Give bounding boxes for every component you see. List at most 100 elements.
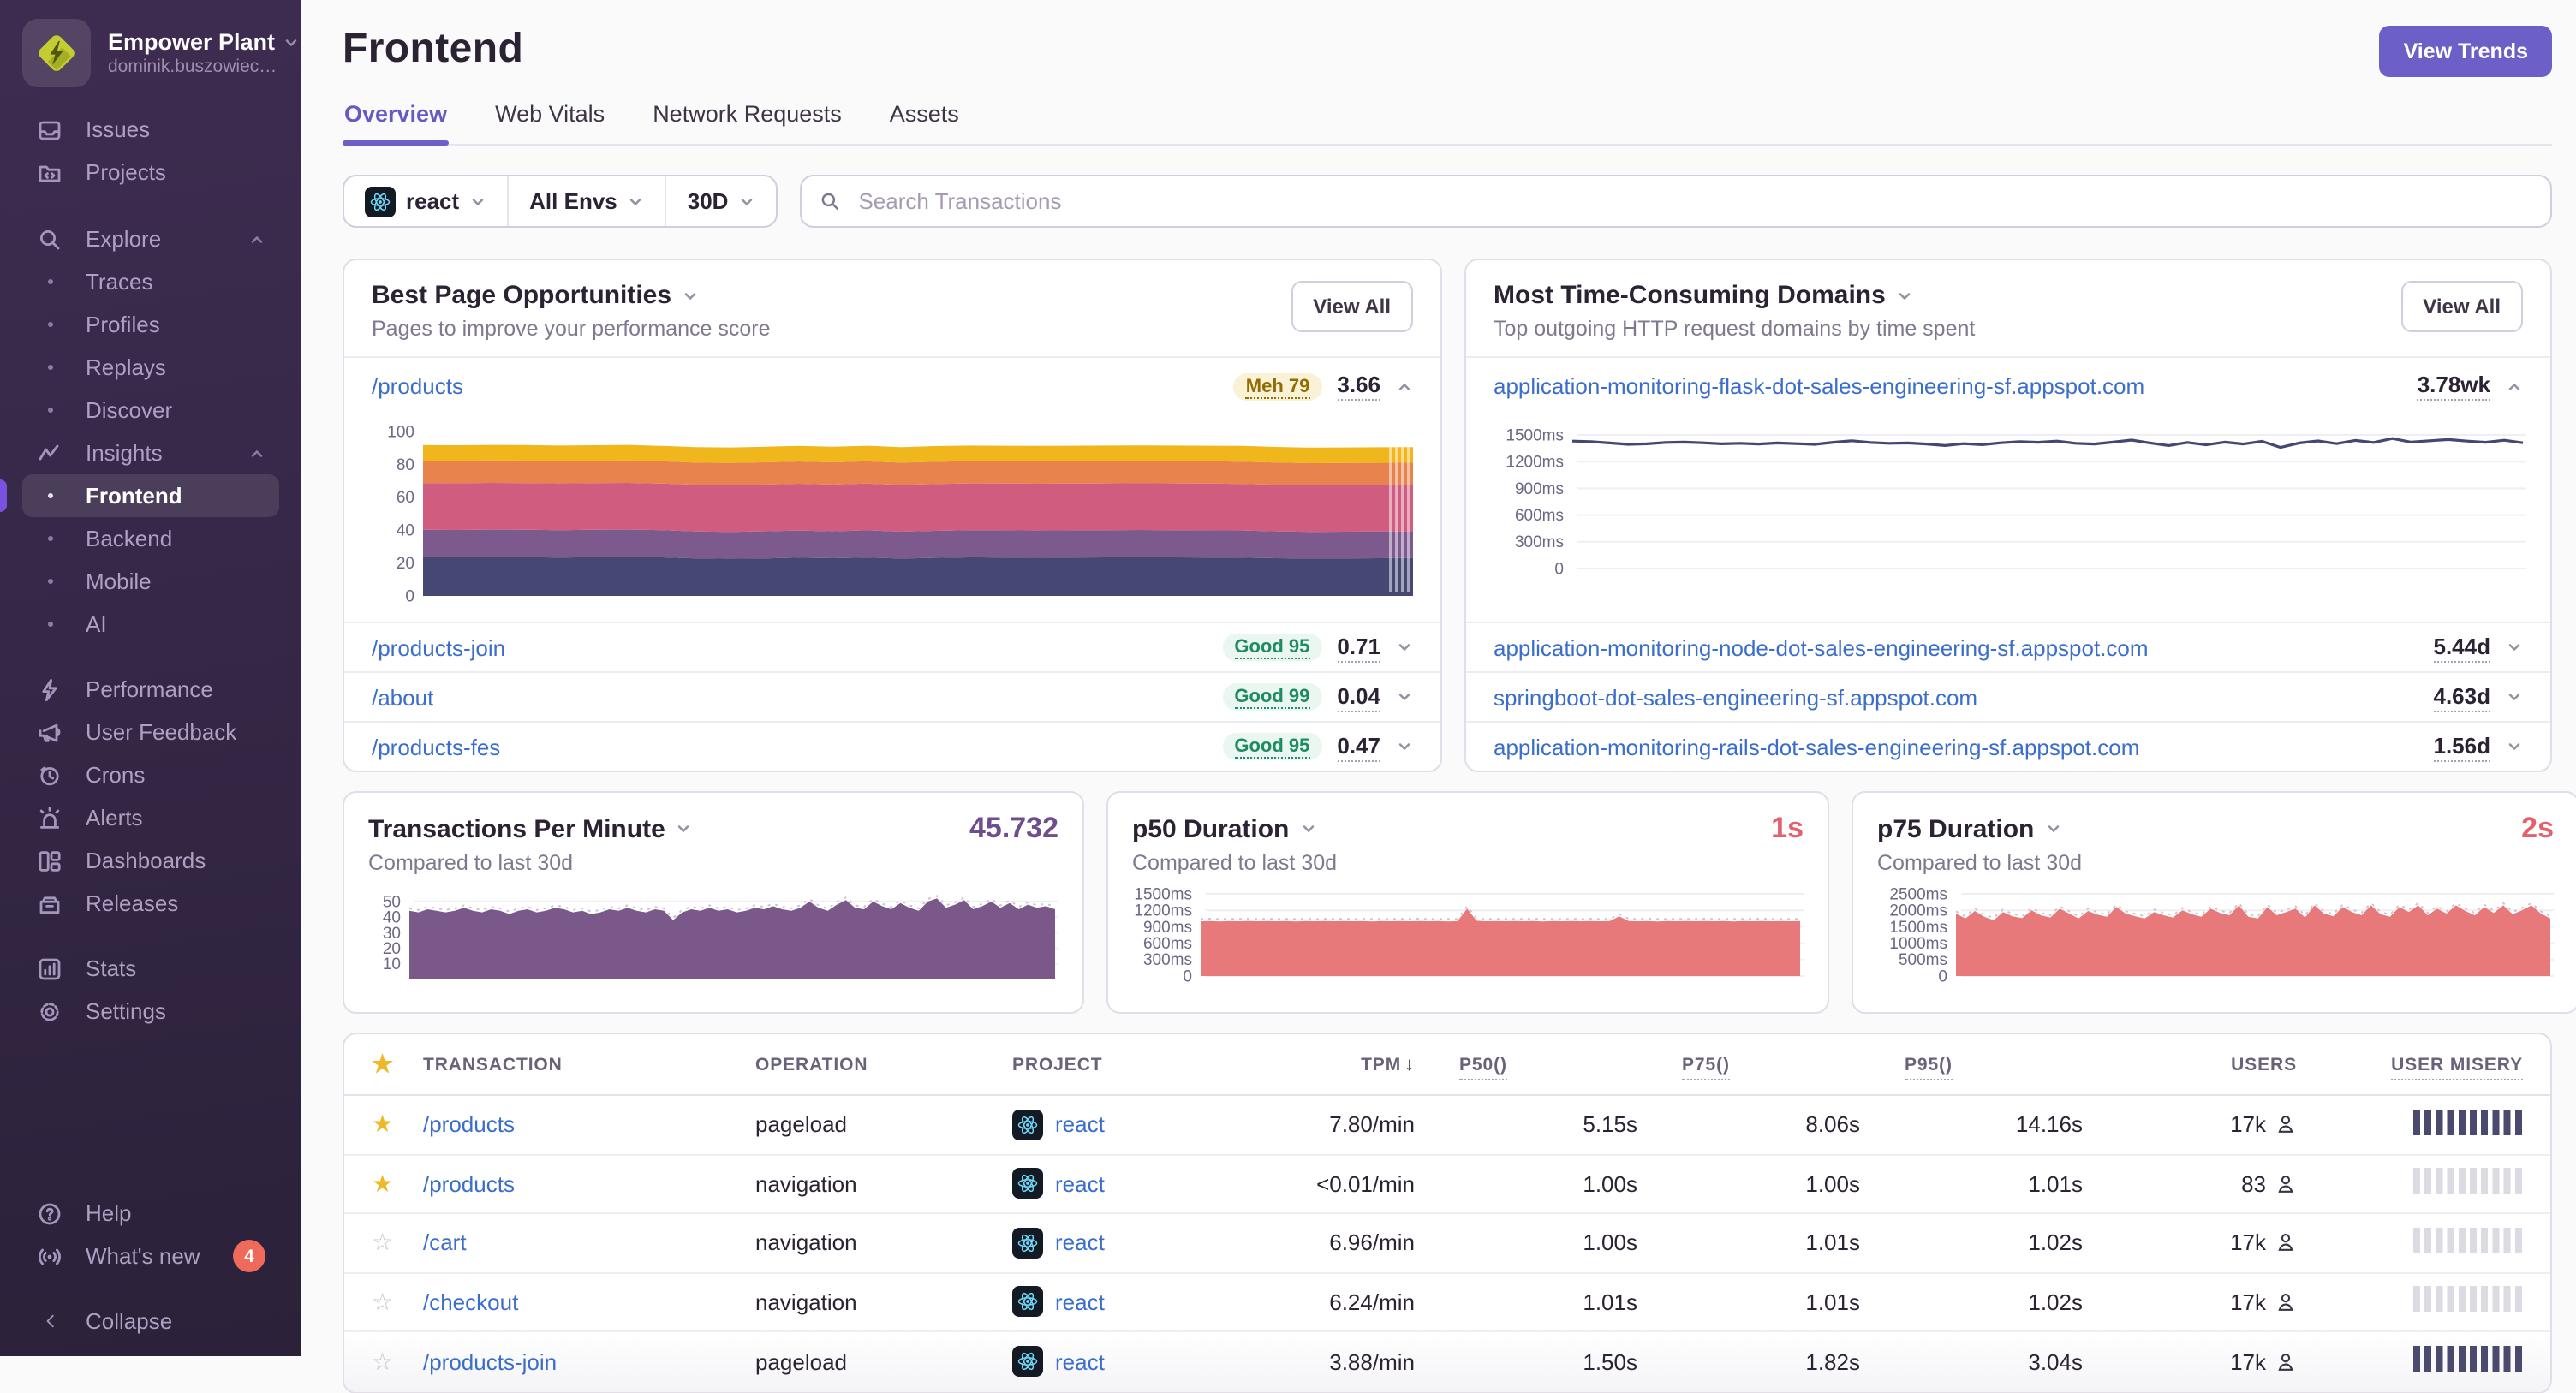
sidebar-item-releases[interactable]: Releases [22, 882, 279, 925]
sidebar-item-backend[interactable]: Backend [22, 517, 279, 560]
best-pages-title: Best Page Opportunities [372, 281, 672, 310]
chevron-down-icon[interactable] [682, 287, 699, 304]
p75-duration-card: p75 Duration 2s Compared to last 30d 250… [1852, 791, 2576, 1014]
sidebar-item-user-feedback[interactable]: User Feedback [22, 711, 279, 753]
operation-cell: navigation [755, 1170, 857, 1197]
domain-link[interactable]: springboot-dot-sales-engineering-sf.apps… [1494, 684, 1977, 710]
chevron-down-icon[interactable] [2044, 820, 2061, 837]
sidebar-item-frontend[interactable]: Frontend [0, 474, 279, 517]
time-spent: 5.44d [2433, 633, 2490, 662]
project-link[interactable]: react [1055, 1230, 1105, 1256]
sidebar-item-help[interactable]: Help [22, 1192, 279, 1235]
col-project[interactable]: Project [1012, 1054, 1278, 1075]
sidebar-item-profiles[interactable]: Profiles [22, 303, 279, 346]
transaction-link[interactable]: /products [423, 1112, 755, 1138]
star-toggle[interactable]: ☆ [372, 1288, 423, 1317]
sidebar-item-alerts[interactable]: Alerts [22, 796, 279, 839]
chevron-down-icon[interactable] [2506, 688, 2523, 705]
chevron-down-icon[interactable] [1299, 820, 1316, 837]
users-cell: 17k [2083, 1230, 2297, 1256]
page-link[interactable]: /products-fes [372, 734, 500, 759]
domains-view-all-button[interactable]: View All [2400, 281, 2523, 332]
sidebar-item-projects[interactable]: Projects [22, 151, 279, 193]
chevron-up-icon[interactable] [1396, 378, 1413, 395]
sidebar-item-replays[interactable]: Replays [22, 346, 279, 389]
transaction-link[interactable]: /products [423, 1171, 755, 1197]
user-misery-cell [2297, 1286, 2523, 1318]
project-link[interactable]: react [1055, 1112, 1105, 1138]
page-link[interactable]: /products-join [372, 634, 505, 660]
environment-filter[interactable]: All Envs [507, 176, 665, 226]
chevron-down-icon[interactable] [2506, 639, 2523, 656]
p50-cell: 5.15s [1583, 1111, 1637, 1138]
transaction-link[interactable]: /cart [423, 1230, 755, 1256]
sidebar-item-ai[interactable]: AI [22, 603, 279, 646]
chevron-up-icon[interactable] [2506, 378, 2523, 395]
search-input[interactable] [855, 187, 2533, 216]
chevron-down-icon[interactable] [1396, 738, 1413, 755]
org-switcher[interactable]: Empower Plant dominik.buszowiec… [0, 0, 301, 91]
col-p95[interactable]: P95() [1860, 1054, 2083, 1080]
svg-text:600ms: 600ms [1143, 935, 1192, 953]
sidebar-item-stats[interactable]: Stats [22, 947, 279, 990]
sidebar-collapse-button[interactable]: Collapse [22, 1300, 279, 1342]
domain-link[interactable]: application-monitoring-node-dot-sales-en… [1494, 634, 2149, 660]
sidebar-item-performance[interactable]: Performance [22, 668, 279, 711]
bullet-icon [47, 579, 52, 584]
date-range-filter[interactable]: 30D [665, 176, 777, 226]
star-toggle[interactable]: ☆ [372, 1348, 423, 1377]
star-toggle[interactable]: ★ [372, 1170, 423, 1199]
sidebar-item-mobile[interactable]: Mobile [22, 560, 279, 603]
chevron-down-icon[interactable] [1396, 639, 1413, 656]
sidebar-item-discover[interactable]: Discover [22, 389, 279, 432]
sidebar-item-dashboards[interactable]: Dashboards [22, 839, 279, 882]
transaction-link[interactable]: /products-join [423, 1349, 755, 1375]
project-link[interactable]: react [1055, 1289, 1105, 1315]
col-users[interactable]: Users [2083, 1054, 2297, 1075]
project-filter[interactable]: react [344, 176, 507, 226]
domain-link[interactable]: application-monitoring-flask-dot-sales-e… [1494, 373, 2144, 399]
sidebar-item-explore[interactable]: Explore [22, 217, 279, 260]
chevron-down-icon[interactable] [1896, 287, 1913, 304]
svg-text:10: 10 [383, 955, 401, 973]
sidebar-item-insights[interactable]: Insights [22, 432, 279, 474]
project-link[interactable]: react [1055, 1349, 1105, 1375]
lightning-icon [36, 676, 63, 703]
col-p75[interactable]: P75() [1637, 1054, 1860, 1080]
sidebar-item-settings[interactable]: Settings [22, 990, 279, 1033]
tab-network-requests[interactable]: Network Requests [651, 94, 844, 144]
col-user-misery[interactable]: User Misery [2297, 1054, 2523, 1080]
col-p50[interactable]: P50() [1415, 1054, 1637, 1080]
col-tpm[interactable]: TPM ↓ [1278, 1054, 1415, 1075]
page-link[interactable]: /about [372, 684, 433, 710]
project-link[interactable]: react [1055, 1171, 1105, 1197]
users-cell: 17k [2083, 1112, 2297, 1138]
col-transaction[interactable]: Transaction [423, 1054, 755, 1075]
tab-overview[interactable]: Overview [343, 94, 450, 146]
chevron-down-icon[interactable] [2506, 738, 2523, 755]
page-link[interactable]: /products [372, 373, 463, 399]
tab-assets[interactable]: Assets [888, 94, 961, 144]
sidebar-item-whats-new[interactable]: What's new 4 [22, 1235, 279, 1277]
transaction-link[interactable]: /checkout [423, 1289, 755, 1315]
sidebar-item-traces[interactable]: Traces [22, 260, 279, 303]
view-trends-button[interactable]: View Trends [2379, 26, 2552, 77]
star-toggle[interactable]: ★ [372, 1110, 423, 1140]
star-toggle[interactable]: ☆ [372, 1229, 423, 1258]
svg-text:1000ms: 1000ms [1889, 935, 1947, 953]
p50-chart: 1500ms 1200ms 900ms 600ms 300ms 0 [1132, 885, 1804, 995]
chevron-down-icon[interactable] [676, 820, 693, 837]
chevron-down-icon[interactable] [1396, 688, 1413, 705]
best-pages-view-all-button[interactable]: View All [1291, 281, 1413, 332]
tab-web-vitals[interactable]: Web Vitals [493, 94, 606, 144]
domain-row-springboot: springboot-dot-sales-engineering-sf.apps… [1466, 671, 2550, 721]
sidebar-item-issues[interactable]: Issues [22, 108, 279, 151]
search-transactions [800, 175, 2552, 228]
tpm-cell: 6.96/min [1329, 1229, 1415, 1256]
domain-link[interactable]: application-monitoring-rails-dot-sales-e… [1494, 734, 2139, 759]
svg-text:300ms: 300ms [1143, 951, 1192, 969]
p95-cell: 3.04s [2028, 1348, 2083, 1375]
col-operation[interactable]: Operation [755, 1054, 1012, 1075]
sidebar-item-crons[interactable]: Crons [22, 753, 279, 796]
project-cell: react [1012, 1168, 1278, 1200]
